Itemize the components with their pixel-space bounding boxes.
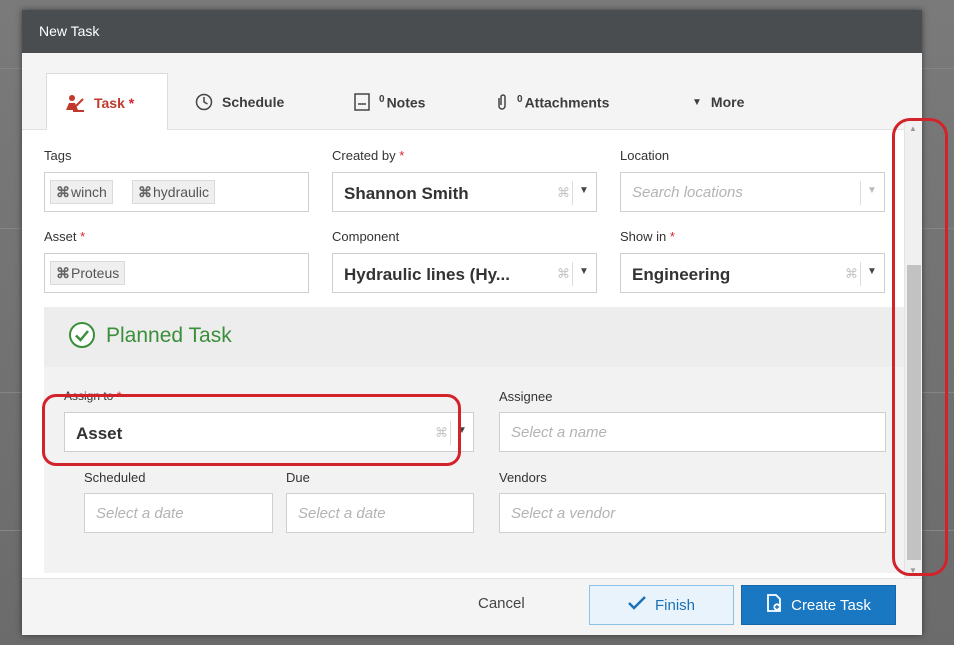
cancel-button[interactable]: Cancel — [478, 595, 525, 612]
location-select[interactable]: Search locations ▼ — [620, 172, 885, 212]
due-date-input[interactable]: Select a date — [286, 493, 474, 533]
vendors-placeholder: Select a vendor — [511, 505, 616, 522]
task-worker-icon — [65, 94, 85, 112]
scheduled-placeholder: Select a date — [96, 505, 184, 522]
created-by-select[interactable]: Shannon Smith ⌘ ▼ — [332, 172, 597, 212]
select-divider — [572, 181, 573, 205]
planned-task-header[interactable]: Planned Task — [44, 307, 904, 367]
location-placeholder: Search locations — [632, 184, 743, 201]
chevron-down-icon[interactable]: ▼ — [579, 266, 589, 277]
assignee-select[interactable]: Select a name — [499, 412, 886, 452]
asset-label: Asset * — [44, 229, 86, 244]
tab-more[interactable]: ▼ More — [682, 73, 754, 131]
tab-attachments[interactable]: 0 Attachments — [486, 73, 619, 131]
remove-tag-icon[interactable]: ⌘ — [138, 184, 152, 200]
scheduled-date-input[interactable]: Select a date — [84, 493, 273, 533]
attachments-count: 0 — [517, 93, 523, 105]
tags-field[interactable]: ⌘winch ⌘hydraulic — [44, 172, 309, 212]
caret-down-icon: ▼ — [692, 96, 702, 108]
tab-task-label: Task — [94, 94, 125, 111]
show-in-value: Engineering — [632, 265, 731, 284]
select-divider — [860, 262, 861, 286]
remove-asset-icon[interactable]: ⌘ — [56, 265, 70, 281]
finish-button[interactable]: Finish — [589, 585, 734, 625]
tag-chip[interactable]: ⌘winch — [50, 180, 113, 204]
clock-icon — [195, 93, 213, 111]
due-placeholder: Select a date — [298, 505, 386, 522]
tab-notes-label: Notes — [386, 94, 426, 111]
tab-attachments-label: Attachments — [524, 94, 610, 111]
create-task-label: Create Task — [791, 596, 871, 614]
clear-icon[interactable]: ⌘ — [845, 266, 858, 282]
paperclip-icon — [496, 93, 508, 111]
asset-chip[interactable]: ⌘Proteus — [50, 261, 126, 285]
chevron-down-icon[interactable]: ▼ — [867, 185, 877, 196]
task-form: Tags ⌘winch ⌘hydraulic Created by * Shan… — [22, 130, 904, 578]
select-divider — [860, 181, 861, 205]
asset-field[interactable]: ⌘Proteus — [44, 253, 309, 293]
scheduled-label: Scheduled — [84, 470, 146, 485]
tab-schedule-label: Schedule — [222, 94, 285, 110]
finish-label: Finish — [654, 596, 695, 614]
component-select[interactable]: Hydraulic lines (Hy... ⌘ ▼ — [332, 253, 597, 293]
tag-chip[interactable]: ⌘hydraulic — [132, 180, 216, 204]
tab-more-label: More — [710, 94, 745, 110]
create-task-button[interactable]: Create Task — [741, 585, 896, 625]
required-mark: * — [128, 94, 135, 111]
clear-icon[interactable]: ⌘ — [557, 185, 570, 201]
check-circle-icon — [68, 321, 96, 354]
select-divider — [572, 262, 573, 286]
due-label: Due — [286, 470, 310, 485]
scrollbar-highlight — [892, 118, 948, 576]
created-by-label: Created by * — [332, 148, 405, 163]
planned-task-title: Planned Task — [106, 324, 232, 347]
dialog-title: New Task — [22, 10, 922, 53]
new-task-dialog: New Task Task * Schedule 0 Notes 0 Attac… — [22, 10, 922, 635]
clear-icon[interactable]: ⌘ — [557, 266, 570, 282]
vendors-label: Vendors — [499, 470, 547, 485]
chevron-down-icon[interactable]: ▼ — [579, 185, 589, 196]
remove-tag-icon[interactable]: ⌘ — [56, 184, 70, 200]
tab-schedule[interactable]: Schedule — [185, 73, 294, 131]
vendors-select[interactable]: Select a vendor — [499, 493, 886, 533]
show-in-label: Show in * — [620, 229, 675, 244]
note-icon — [354, 93, 370, 111]
tags-label: Tags — [44, 148, 72, 163]
tab-bar: Task * Schedule 0 Notes 0 Attachments ▼ … — [22, 53, 922, 131]
assignee-placeholder: Select a name — [511, 424, 607, 441]
assignee-label: Assignee — [499, 389, 553, 404]
chevron-down-icon[interactable]: ▼ — [867, 266, 877, 277]
notes-count: 0 — [379, 93, 385, 105]
component-label: Component — [332, 229, 400, 244]
tab-task[interactable]: Task * — [46, 73, 168, 131]
created-by-value: Shannon Smith — [344, 184, 469, 203]
new-document-icon — [766, 594, 782, 616]
assign-to-highlight — [42, 394, 461, 466]
location-label: Location — [620, 148, 670, 163]
tab-notes[interactable]: 0 Notes — [344, 73, 435, 131]
checkmark-icon — [628, 596, 646, 614]
dialog-footer: Cancel Finish Create Task — [22, 578, 922, 635]
component-value: Hydraulic lines (Hy... — [344, 265, 510, 284]
show-in-select[interactable]: Engineering ⌘ ▼ — [620, 253, 885, 293]
